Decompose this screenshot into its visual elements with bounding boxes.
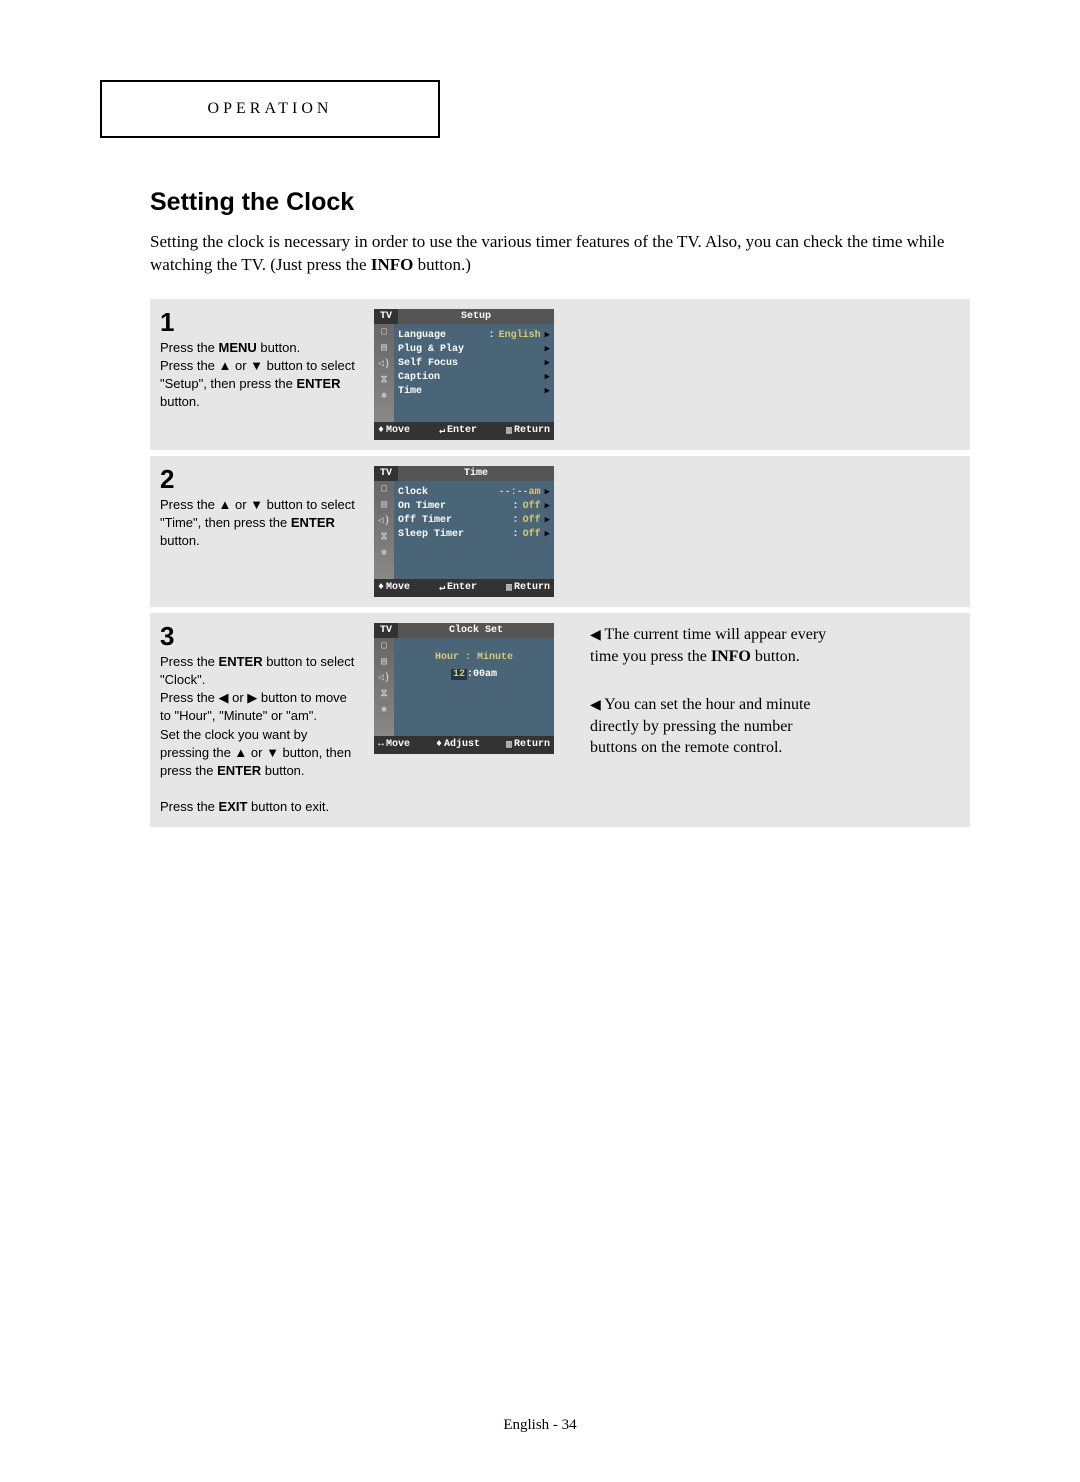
- hourglass-icon: ⧖: [380, 533, 387, 543]
- intro-text-2: button.): [413, 255, 471, 274]
- step-2-text: 2 Press the ▲ or ▼ button to select "Tim…: [160, 466, 360, 551]
- step-2-num: 2: [160, 466, 360, 492]
- step-2: 2 Press the ▲ or ▼ button to select "Tim…: [150, 456, 970, 607]
- hourglass-icon: ⧖: [380, 690, 387, 700]
- left-triangle-icon: ◀: [590, 698, 601, 713]
- osd-sidebar-icons: ▢ ▤ ◁) ⧖ ✱: [374, 481, 394, 579]
- picture-icon: ▤: [381, 501, 387, 511]
- step-3-text: 3 Press the ENTER button to select "Cloc…: [160, 623, 360, 817]
- step-1-text: 1 Press the MENU button. Press the ▲ or …: [160, 309, 360, 412]
- picture-icon: ▤: [381, 344, 387, 354]
- section-intro: Setting the clock is necessary in order …: [150, 231, 970, 277]
- sound-icon: ◁): [378, 360, 390, 370]
- intro-text-1: Setting the clock is necessary in order …: [150, 232, 944, 274]
- osd-time: TV Time ▢ ▤ ◁) ⧖ ✱ Clock--:--am▶ On Time…: [374, 466, 554, 597]
- page-footer: English - 34: [0, 1417, 1080, 1434]
- osd-clock-set: TV Clock Set ▢ ▤ ◁) ⧖ ✱ Hour : Minute 12…: [374, 623, 554, 754]
- step-1: 1 Press the MENU button. Press the ▲ or …: [150, 299, 970, 450]
- side-note-1: ◀ The current time will appear every tim…: [590, 624, 840, 667]
- monitor-icon: ▢: [381, 328, 387, 338]
- section-title: Setting the Clock: [150, 188, 970, 217]
- osd-sidebar-icons: ▢ ▤ ◁) ⧖ ✱: [374, 324, 394, 422]
- settings-icon: ✱: [381, 706, 387, 716]
- monitor-icon: ▢: [381, 485, 387, 495]
- settings-icon: ✱: [381, 549, 387, 559]
- sound-icon: ◁): [378, 674, 390, 684]
- header-operation: OPERATION: [208, 100, 333, 117]
- side-note-2: ◀ You can set the hour and minute direct…: [590, 694, 840, 759]
- hourglass-icon: ⧖: [380, 376, 387, 386]
- hour-minute-label: Hour : Minute: [435, 652, 513, 663]
- step-3: 3 Press the ENTER button to select "Cloc…: [150, 613, 970, 827]
- sound-icon: ◁): [378, 517, 390, 527]
- picture-icon: ▤: [381, 658, 387, 668]
- clock-value: 12:00am: [451, 669, 497, 680]
- settings-icon: ✱: [381, 392, 387, 402]
- step-3-num: 3: [160, 623, 360, 649]
- step-1-num: 1: [160, 309, 360, 335]
- osd-sidebar-icons: ▢ ▤ ◁) ⧖ ✱: [374, 638, 394, 736]
- monitor-icon: ▢: [381, 642, 387, 652]
- left-triangle-icon: ◀: [590, 628, 601, 643]
- intro-info-bold: INFO: [371, 255, 414, 274]
- osd-setup: TV Setup ▢ ▤ ◁) ⧖ ✱ Language:English▶ Pl…: [374, 309, 554, 440]
- header-box: OPERATION: [100, 80, 440, 138]
